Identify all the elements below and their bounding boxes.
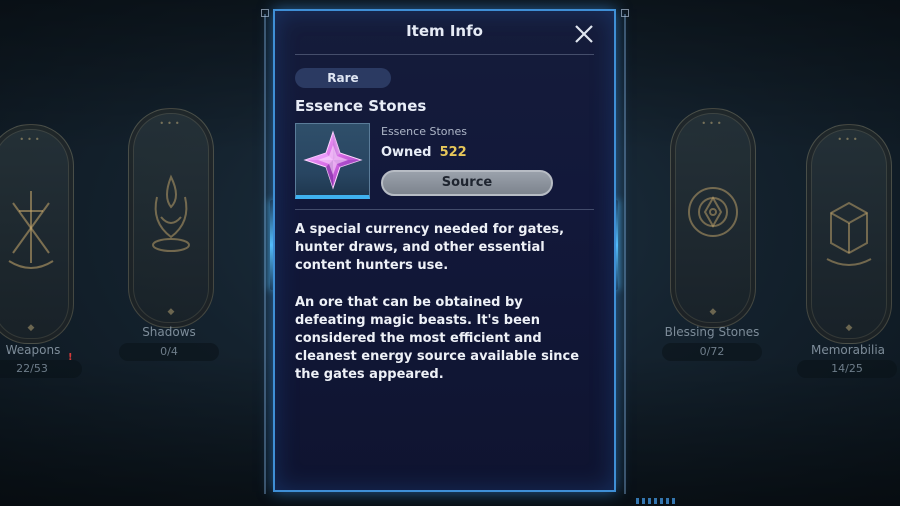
sword-emblem-icon: [1, 173, 61, 293]
details-divider: [295, 209, 594, 210]
card-ornament: •••: [701, 119, 725, 128]
item-icon-slot: [295, 123, 370, 199]
item-description-secondary: An ore that can be obtained by defeating…: [295, 295, 580, 382]
category-card-shadows[interactable]: ••• ◆: [128, 108, 214, 328]
shadow-flame-emblem-icon: [141, 157, 201, 277]
owned-label: Owned: [381, 145, 432, 160]
card-ornament: •••: [159, 119, 183, 128]
category-card-memorabilia[interactable]: ••• ◆: [806, 124, 892, 344]
owned-value: 522: [439, 145, 467, 160]
category-label-memorabilia: Memorabilia: [810, 343, 886, 357]
category-count-blessing-stones: 0/72: [662, 343, 762, 361]
category-label-blessing-stones: Blessing Stones: [664, 325, 760, 339]
card-ornament-foot: ◆: [167, 307, 175, 317]
item-subname: Essence Stones: [381, 125, 467, 138]
modal-frame-line-left: [264, 14, 266, 494]
category-label-weapons: Weapons: [5, 343, 61, 357]
decorative-stripes: [636, 498, 678, 504]
category-card-blessing-stones[interactable]: ••• ◆: [670, 108, 756, 328]
blessing-stone-emblem-icon: [683, 157, 743, 277]
card-ornament-foot: ◆: [27, 323, 35, 333]
essence-stone-crystal-icon: [303, 130, 363, 190]
source-button[interactable]: Source: [381, 170, 553, 196]
rarity-badge: Rare: [295, 68, 391, 88]
item-description-primary: A special currency needed for gates, hun…: [295, 222, 565, 273]
category-count-shadows: 0/4: [119, 343, 219, 361]
category-count-memorabilia: 14/25: [797, 360, 897, 378]
frame-corner-mark: [261, 9, 269, 17]
item-name-heading: Essence Stones: [295, 97, 427, 115]
category-label-shadows: Shadows: [142, 325, 196, 339]
modal-frame-line-right: [624, 14, 626, 494]
item-info-modal: Item Info Rare Essence Stones Essence St…: [273, 9, 616, 492]
close-button[interactable]: [572, 22, 596, 46]
card-ornament: •••: [837, 135, 861, 144]
card-ornament-foot: ◆: [845, 323, 853, 333]
card-ornament: •••: [19, 135, 43, 144]
owned-row: Owned 522: [381, 145, 467, 160]
category-count-weapons: 22/53: [0, 360, 82, 378]
title-divider: [295, 54, 594, 55]
modal-title: Item Info: [406, 22, 483, 40]
category-card-weapons[interactable]: ••• ◆: [0, 124, 74, 344]
frame-corner-mark: [621, 9, 629, 17]
close-icon: [575, 25, 593, 43]
card-ornament-foot: ◆: [709, 307, 717, 317]
memorabilia-box-emblem-icon: [819, 173, 879, 293]
